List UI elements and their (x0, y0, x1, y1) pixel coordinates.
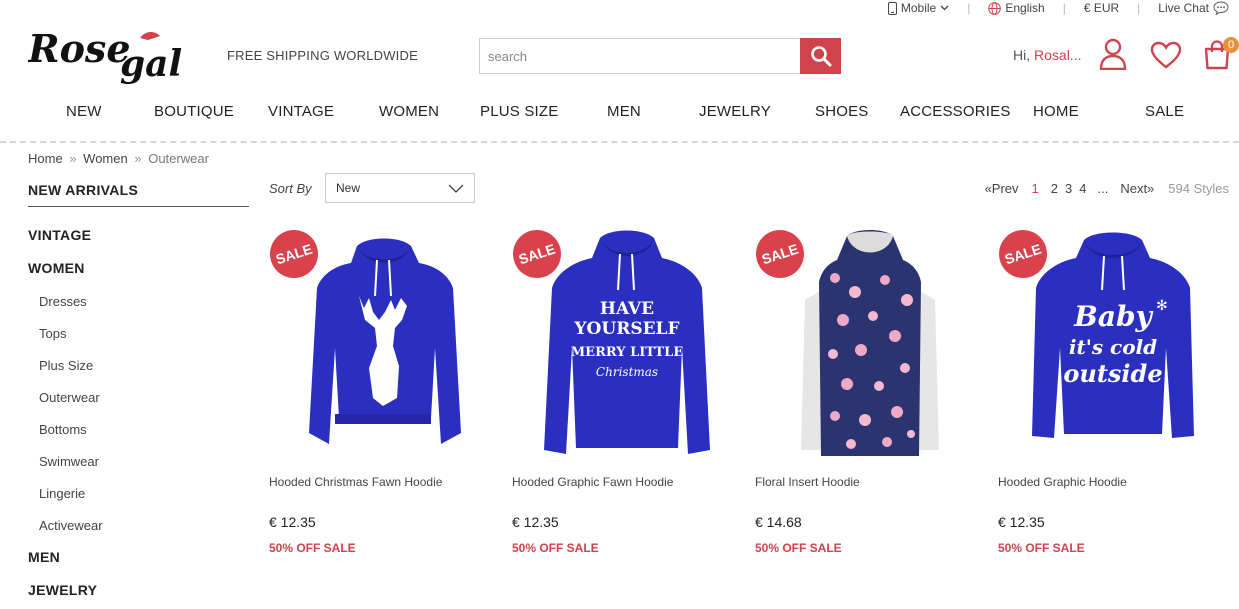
cart-count-badge: 0 (1223, 37, 1239, 53)
sidebar-item-vintage[interactable]: VINTAGE (28, 227, 91, 243)
product-discount: 50% OFF SALE (998, 541, 1085, 555)
svg-text:Rose: Rose (28, 26, 131, 71)
nav-item-women[interactable]: WOMEN (379, 103, 439, 120)
svg-text:HAVE: HAVE (600, 299, 654, 319)
separator: | (1137, 1, 1141, 15)
language-selector[interactable]: English (988, 1, 1045, 15)
breadcrumb-home[interactable]: Home (28, 151, 63, 166)
nav-item-accessories[interactable]: ACCESSORIES (900, 103, 1011, 120)
product-name[interactable]: Floral Insert Hoodie (755, 475, 860, 489)
free-shipping-tagline: FREE SHIPPING WORLDWIDE (227, 48, 418, 63)
utility-bar: Mobile | English | € EUR | Live Chat (887, 0, 1229, 16)
sidebar-sub-tops[interactable]: Tops (39, 326, 66, 341)
sidebar-sub-activewear[interactable]: Activewear (39, 518, 103, 533)
nav-item-vintage[interactable]: VINTAGE (268, 103, 334, 120)
nav-item-boutique[interactable]: BOUTIQUE (154, 103, 234, 120)
svg-text:gal: gal (120, 43, 182, 85)
sort-by-label: Sort By (269, 181, 312, 196)
sidebar-sub-dresses[interactable]: Dresses (39, 294, 87, 309)
product-price: € 12.35 (998, 514, 1045, 530)
product-discount: 50% OFF SALE (755, 541, 842, 555)
product-discount: 50% OFF SALE (269, 541, 356, 555)
product-name[interactable]: Hooded Christmas Fawn Hoodie (269, 475, 442, 489)
search-input[interactable] (479, 38, 800, 74)
live-chat-link[interactable]: Live Chat (1158, 1, 1229, 15)
pager-next[interactable]: Next» (1120, 181, 1154, 196)
breadcrumb-separator: » (134, 151, 142, 166)
sort-select[interactable]: New (325, 173, 475, 203)
svg-text:MERRY LITTLE: MERRY LITTLE (571, 345, 684, 360)
breadcrumb-women[interactable]: Women (83, 151, 128, 166)
separator: | (1062, 1, 1066, 15)
search-button[interactable] (800, 38, 841, 74)
svg-text:✻: ✻ (1156, 298, 1168, 314)
sidebar-sub-plus-size[interactable]: Plus Size (39, 358, 93, 373)
currency-selector[interactable]: € EUR (1084, 1, 1119, 15)
search-icon (810, 46, 831, 67)
product-name[interactable]: Hooded Graphic Fawn Hoodie (512, 475, 673, 489)
nav-item-men[interactable]: MEN (607, 103, 641, 120)
sidebar-sub-lingerie[interactable]: Lingerie (39, 486, 85, 501)
nav-item-plus-size[interactable]: PLUS SIZE (480, 103, 559, 120)
pager-page-3[interactable]: 3 (1065, 181, 1072, 196)
chevron-down-icon (448, 184, 464, 193)
pager-prev[interactable]: «Prev (985, 181, 1019, 196)
heart-icon[interactable] (1150, 41, 1182, 69)
sidebar-sub-swimwear[interactable]: Swimwear (39, 454, 99, 469)
svg-text:Baby: Baby (1073, 300, 1153, 333)
nav-item-jewelry[interactable]: JEWELRY (699, 103, 771, 120)
user-icon[interactable] (1099, 38, 1127, 70)
separator: | (967, 1, 971, 15)
breadcrumb: Home » Women » Outerwear (28, 151, 209, 166)
sidebar-item-jewelry[interactable]: JEWELRY (28, 582, 97, 598)
breadcrumb-current: Outerwear (148, 151, 209, 166)
live-chat-label: Live Chat (1158, 1, 1209, 15)
nav-item-home[interactable]: HOME (1033, 103, 1079, 120)
chevron-down-icon (940, 5, 949, 11)
nav-item-shoes[interactable]: SHOES (815, 103, 869, 120)
language-label: English (1005, 1, 1045, 15)
pager-page-4[interactable]: 4 (1079, 181, 1086, 196)
svg-text:it's cold: it's cold (1069, 335, 1157, 359)
nav-item-new[interactable]: NEW (66, 103, 102, 120)
mobile-link[interactable]: Mobile (887, 1, 949, 15)
pager-page-1[interactable]: 1 (1032, 181, 1039, 196)
pager-page-2[interactable]: 2 (1051, 181, 1058, 196)
breadcrumb-separator: » (69, 151, 77, 166)
product-price: € 12.35 (512, 514, 559, 530)
chat-bubble-icon (1213, 1, 1229, 15)
style-count: 594 Styles (1168, 181, 1229, 196)
svg-text:outside: outside (1063, 359, 1162, 388)
search-bar (479, 38, 841, 74)
pagination: «Prev 1 2 3 4 ... Next» 594 Styles (985, 181, 1229, 196)
product-name[interactable]: Hooded Graphic Hoodie (998, 475, 1127, 489)
sidebar-sub-outerwear[interactable]: Outerwear (39, 390, 100, 405)
mobile-label: Mobile (900, 1, 937, 15)
sidebar-item-men[interactable]: MEN (28, 549, 60, 565)
sidebar-item-women[interactable]: WOMEN (28, 260, 85, 276)
sort-selected-value: New (336, 181, 361, 195)
phone-icon (887, 1, 897, 15)
rosegal-logo[interactable]: Rose gal (27, 24, 213, 86)
category-sidebar: NEW ARRIVALS VINTAGE WOMEN Dresses Tops … (28, 182, 250, 598)
sidebar-sub-bottoms[interactable]: Bottoms (39, 422, 87, 437)
product-price: € 12.35 (269, 514, 316, 530)
sidebar-item-new-arrivals[interactable]: NEW ARRIVALS (28, 182, 249, 207)
user-greeting[interactable]: Hi, Rosal... (1013, 47, 1081, 63)
nav-divider (0, 141, 1239, 143)
user-name: Rosal... (1034, 47, 1082, 63)
product-discount: 50% OFF SALE (512, 541, 599, 555)
pager-ellipsis: ... (1097, 181, 1109, 196)
nav-item-sale[interactable]: SALE (1145, 103, 1184, 120)
svg-text:Christmas: Christmas (596, 365, 658, 379)
currency-label: € EUR (1083, 1, 1120, 15)
product-price: € 14.68 (755, 514, 802, 530)
main-nav: NEW BOUTIQUE VINTAGE WOMEN PLUS SIZE MEN… (0, 103, 1239, 127)
globe-icon (988, 1, 1002, 15)
svg-text:YOURSELF: YOURSELF (573, 319, 679, 339)
greeting-text: Hi, (1013, 47, 1031, 63)
